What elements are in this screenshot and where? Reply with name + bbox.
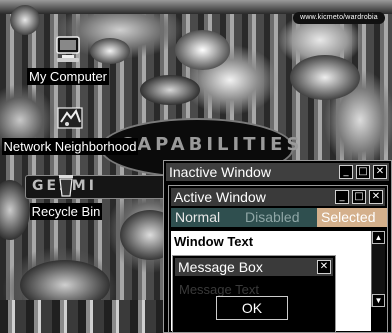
wallpaper-banner: www.kicmeto/wardrobia <box>293 12 385 24</box>
message-box[interactable]: Message Box ✕ Message Text OK <box>172 255 336 333</box>
close-button[interactable]: ✕ <box>369 190 383 204</box>
desktop-icon-recycle-bin[interactable]: Recycle Bin <box>16 169 116 220</box>
desktop-icon-label: My Computer <box>26 68 110 85</box>
message-box-title: Message Box <box>178 259 263 275</box>
network-icon <box>57 107 83 129</box>
active-window-title: Active Window <box>174 189 266 205</box>
wallpaper-shape <box>175 30 230 70</box>
menu-item-selected[interactable]: Selected <box>317 208 387 227</box>
computer-icon <box>56 36 80 62</box>
maximize-button[interactable]: □ <box>356 165 370 179</box>
wallpaper-shape <box>290 55 360 100</box>
minimize-button[interactable]: _ <box>339 165 353 179</box>
wallpaper-shape <box>140 75 200 105</box>
inactive-window-titlebar[interactable]: Inactive Window _ □ ✕ <box>166 163 389 181</box>
maximize-button[interactable]: □ <box>352 190 366 204</box>
recycle-bin-icon <box>59 175 73 197</box>
ok-button[interactable]: OK <box>216 296 288 320</box>
menu-item-disabled: Disabled <box>245 209 300 225</box>
wallpaper-shape <box>10 5 40 35</box>
desktop-icon-label: Recycle Bin <box>29 203 103 220</box>
inactive-window-title: Inactive Window <box>169 164 271 180</box>
close-button[interactable]: ✕ <box>373 165 387 179</box>
message-text: Message Text <box>179 282 259 297</box>
vertical-scrollbar[interactable]: ▲ ▼ <box>371 231 385 307</box>
window-text: Window Text <box>174 234 254 249</box>
active-window-titlebar[interactable]: Active Window _ □ ✕ <box>171 188 385 206</box>
minimize-button[interactable]: _ <box>335 190 349 204</box>
desktop-icon-label: Network Neighborhood <box>1 138 139 155</box>
desktop-icon-my-computer[interactable]: My Computer <box>18 34 118 85</box>
desktop-icon-network-neighborhood[interactable]: Network Neighborhood <box>0 104 144 155</box>
scroll-up-button[interactable]: ▲ <box>372 231 385 244</box>
close-button[interactable]: ✕ <box>317 260 331 274</box>
menu-item-normal[interactable]: Normal <box>171 208 224 227</box>
wallpaper-logo-text: CAPABILITIES <box>120 134 304 155</box>
scroll-down-button[interactable]: ▼ <box>372 294 385 307</box>
message-box-titlebar[interactable]: Message Box ✕ <box>175 258 333 276</box>
menu-bar: Normal Disabled Selected <box>171 208 387 227</box>
